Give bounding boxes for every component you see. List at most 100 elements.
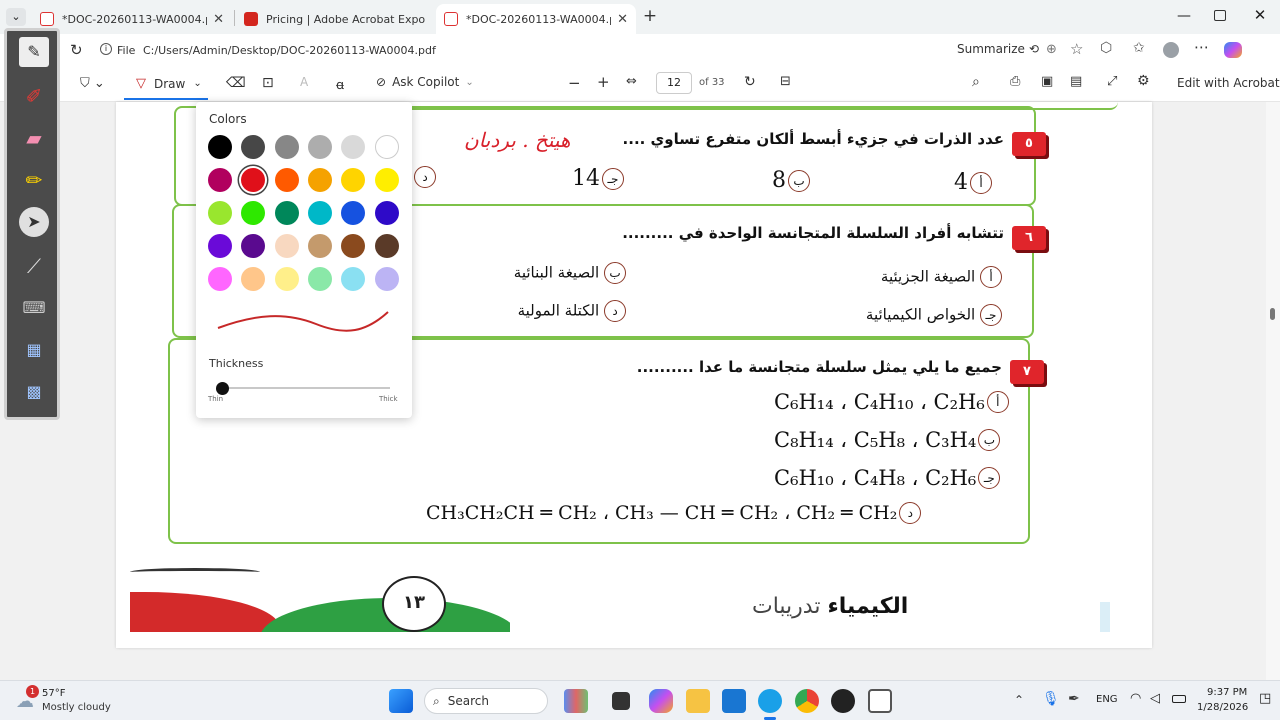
color-swatch[interactable] xyxy=(307,135,332,159)
copilot-app-icon[interactable] xyxy=(649,689,673,713)
camera-app-icon[interactable] xyxy=(831,689,855,713)
page-number-input[interactable]: 12 xyxy=(656,72,692,94)
color-swatch[interactable] xyxy=(274,234,299,258)
eraser-icon[interactable]: ▰ xyxy=(19,123,49,153)
thickness-slider[interactable] xyxy=(218,387,390,389)
notifications-icon[interactable]: ◳ xyxy=(1259,691,1271,706)
color-swatch[interactable] xyxy=(208,267,232,291)
new-tab-button[interactable]: + xyxy=(640,6,660,26)
volume-icon[interactable]: ◁ xyxy=(1150,691,1160,706)
color-swatch[interactable] xyxy=(374,234,399,258)
fit-page-icon[interactable]: ⇔ xyxy=(626,74,637,89)
pen-menu-icon[interactable]: ✒ xyxy=(1068,691,1080,707)
settings-icon[interactable]: ⚙ xyxy=(1137,73,1150,89)
color-swatch[interactable] xyxy=(241,135,266,159)
highlighter-icon[interactable]: ✏ xyxy=(19,165,49,195)
more-options-icon[interactable]: ⋯ xyxy=(1194,38,1209,56)
cursor-icon[interactable]: ➤ xyxy=(19,207,49,237)
chrome-icon[interactable] xyxy=(795,689,819,713)
refresh-icon[interactable]: ↻ xyxy=(70,41,83,59)
snipping-tool-icon[interactable] xyxy=(868,689,892,713)
color-swatch[interactable] xyxy=(341,168,366,192)
screen-icon[interactable]: ▦ xyxy=(19,335,49,365)
task-view-icon[interactable] xyxy=(612,692,630,710)
vertical-scrollbar[interactable] xyxy=(1266,102,1280,680)
windows-start-icon[interactable] xyxy=(389,689,413,713)
page-view-icon[interactable]: ⊟ xyxy=(780,74,791,89)
save-icon[interactable]: ▣ xyxy=(1041,74,1053,89)
draw-tool-button[interactable]: ▽ Draw ⌄ xyxy=(136,76,202,91)
tab-pdf-1[interactable]: *DOC-20260113-WA0004.pdf ✕ xyxy=(32,4,232,34)
color-swatch[interactable] xyxy=(341,267,366,291)
color-swatch[interactable] xyxy=(241,168,266,192)
ask-copilot-button[interactable]: ⊘ Ask Copilot ⌄ xyxy=(376,75,474,89)
taskbar-search[interactable]: ⌕ Search xyxy=(424,688,548,714)
color-swatch[interactable] xyxy=(374,168,399,192)
zoom-in-button[interactable]: + xyxy=(597,73,610,91)
capture-icon[interactable]: ▩ xyxy=(19,377,49,407)
color-swatch[interactable] xyxy=(208,168,232,192)
edge-icon[interactable] xyxy=(758,689,782,713)
highlight-tool-icon[interactable]: ⛉ ⌄ xyxy=(80,76,105,91)
maximize-button[interactable] xyxy=(1214,10,1226,21)
wifi-icon[interactable]: ◠ xyxy=(1130,691,1141,706)
favorite-star-icon[interactable]: ☆ xyxy=(1070,40,1083,58)
summarize-button[interactable]: Summarize ⟲ xyxy=(957,42,1039,56)
rotate-icon[interactable]: ↻ xyxy=(744,74,756,90)
eraser-icon[interactable]: ⌫ xyxy=(226,75,246,91)
save-as-icon[interactable]: ▤ xyxy=(1070,74,1082,89)
tab-pdf-active[interactable]: *DOC-20260113-WA0004.pdf ✕ xyxy=(436,4,636,34)
color-swatch[interactable] xyxy=(307,234,332,258)
zoom-icon[interactable]: ⊕ xyxy=(1046,42,1057,57)
close-window-button[interactable]: ✕ xyxy=(1252,6,1268,24)
color-swatch[interactable] xyxy=(241,201,266,225)
color-swatch[interactable] xyxy=(341,135,366,159)
search-icon[interactable]: ⌕ xyxy=(972,74,980,90)
color-swatch[interactable] xyxy=(307,267,332,291)
expand-icon[interactable]: ⤢ xyxy=(1107,74,1117,89)
pen-icon[interactable]: ✐ xyxy=(19,81,49,111)
battery-icon[interactable] xyxy=(1172,695,1186,703)
whiteboard-icon[interactable]: ✎ xyxy=(19,37,49,67)
color-swatch[interactable] xyxy=(274,267,299,291)
chevron-up-icon[interactable]: ⌃ xyxy=(1014,693,1024,707)
widgets-icon[interactable] xyxy=(564,689,588,713)
brush-icon[interactable]: ⟋ xyxy=(19,251,49,281)
color-swatch[interactable] xyxy=(341,201,366,225)
close-tab-icon[interactable]: ✕ xyxy=(213,12,224,27)
scroll-thumb[interactable] xyxy=(1270,308,1275,320)
address-url[interactable]: C:/Users/Admin/Desktop/DOC-20260113-WA00… xyxy=(143,44,436,57)
info-icon[interactable]: i xyxy=(100,43,112,55)
tab-menu-button[interactable]: ⌄ xyxy=(6,8,26,26)
color-swatch[interactable] xyxy=(274,168,299,192)
copilot-button[interactable] xyxy=(1224,42,1242,58)
profile-avatar[interactable] xyxy=(1163,42,1179,58)
edit-with-acrobat-button[interactable]: Edit with Acrobat xyxy=(1177,76,1280,90)
tab-pricing[interactable]: Pricing | Adobe Acrobat Export PD xyxy=(236,4,434,34)
clock-time[interactable]: 9:37 PM xyxy=(1207,687,1247,698)
color-swatch[interactable] xyxy=(374,267,399,291)
color-swatch[interactable] xyxy=(241,267,266,291)
language-indicator[interactable]: ENG xyxy=(1096,694,1118,705)
thickness-slider-thumb[interactable] xyxy=(216,382,229,395)
color-swatch[interactable] xyxy=(274,201,299,225)
color-swatch[interactable] xyxy=(341,234,366,258)
color-swatch[interactable] xyxy=(208,201,232,225)
minimize-button[interactable]: — xyxy=(1176,8,1192,24)
clock-date[interactable]: 1/28/2026 xyxy=(1197,702,1248,713)
keyboard-icon[interactable]: ⌨ xyxy=(19,293,49,323)
color-swatch[interactable] xyxy=(374,201,399,225)
zoom-out-button[interactable]: − xyxy=(568,74,581,92)
text-box-icon[interactable]: ⊡ xyxy=(262,75,274,91)
favorites-icon[interactable]: ✩ xyxy=(1133,40,1145,56)
color-swatch[interactable] xyxy=(208,234,232,258)
close-tab-icon[interactable]: ✕ xyxy=(617,12,628,27)
color-swatch[interactable] xyxy=(307,201,332,225)
color-swatch[interactable] xyxy=(307,168,332,192)
read-aloud-icon[interactable]: ꬰ xyxy=(336,75,344,93)
color-swatch[interactable] xyxy=(274,135,299,159)
weather-widget[interactable]: ☁ 1 57°F Mostly cloudy xyxy=(14,685,144,717)
print-icon[interactable]: ⎙ xyxy=(1010,74,1020,89)
extensions-icon[interactable]: ⬡ xyxy=(1100,40,1112,56)
store-icon[interactable] xyxy=(722,689,746,713)
